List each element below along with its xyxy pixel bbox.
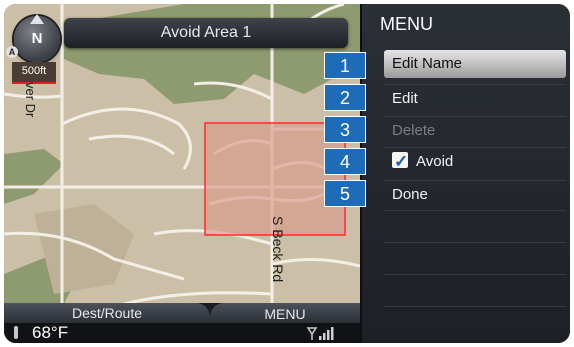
menu-divider [384, 210, 566, 211]
area-title: Avoid Area 1 [64, 18, 348, 48]
menu-item-label: Done [392, 186, 428, 203]
menu-item-edit-name[interactable]: Edit Name [384, 50, 566, 78]
screenshot: Avoid Area 1 N A 500ft ver Dr S Beck Rd … [0, 0, 574, 347]
map-scale[interactable]: 500ft [12, 62, 56, 84]
menu-divider [384, 274, 566, 275]
menu-item-done[interactable]: Done [384, 180, 566, 208]
checkbox-icon[interactable]: ✓ [392, 152, 408, 171]
menu-item-avoid[interactable]: ✓ Avoid [384, 147, 566, 175]
callout-5: 5 [324, 180, 366, 207]
check-mark-icon: ✓ [394, 152, 409, 172]
compass-label: N [31, 30, 43, 47]
menu-button[interactable]: MENU [210, 303, 360, 323]
menu-item-edit[interactable]: Edit [384, 84, 566, 112]
menu-item-delete: Delete [384, 116, 566, 144]
menu-item-label: Avoid [416, 153, 454, 170]
menu-panel: MENU Edit Name Edit Delete ✓ Avoid Done [360, 4, 570, 343]
street-label-left: ver Dr [23, 82, 38, 118]
menu-title: MENU [380, 14, 433, 34]
nav-display: Avoid Area 1 N A 500ft ver Dr S Beck Rd … [4, 4, 570, 343]
thermometer-icon [14, 326, 18, 339]
temperature-readout: 68°F [32, 323, 69, 342]
compass-icon[interactable]: N [14, 14, 60, 62]
menu-divider [384, 306, 566, 307]
bottom-bar: Dest/Route MENU 68°F [4, 303, 360, 343]
callout-1: 1 [324, 52, 366, 79]
callout-2: 2 [324, 84, 366, 111]
dest-route-button[interactable]: Dest/Route [4, 303, 210, 323]
menu-item-label: Edit Name [392, 55, 463, 72]
signal-icon [306, 327, 334, 340]
menu-divider [384, 242, 566, 243]
auto-zoom-badge: A [6, 46, 18, 58]
street-label-beck: S Beck Rd [270, 216, 286, 283]
menu-item-label: Edit [392, 90, 418, 107]
menu-item-label: Delete [392, 122, 436, 139]
callout-4: 4 [324, 148, 366, 175]
callout-3: 3 [324, 116, 366, 143]
status-bar: 68°F [4, 323, 360, 343]
